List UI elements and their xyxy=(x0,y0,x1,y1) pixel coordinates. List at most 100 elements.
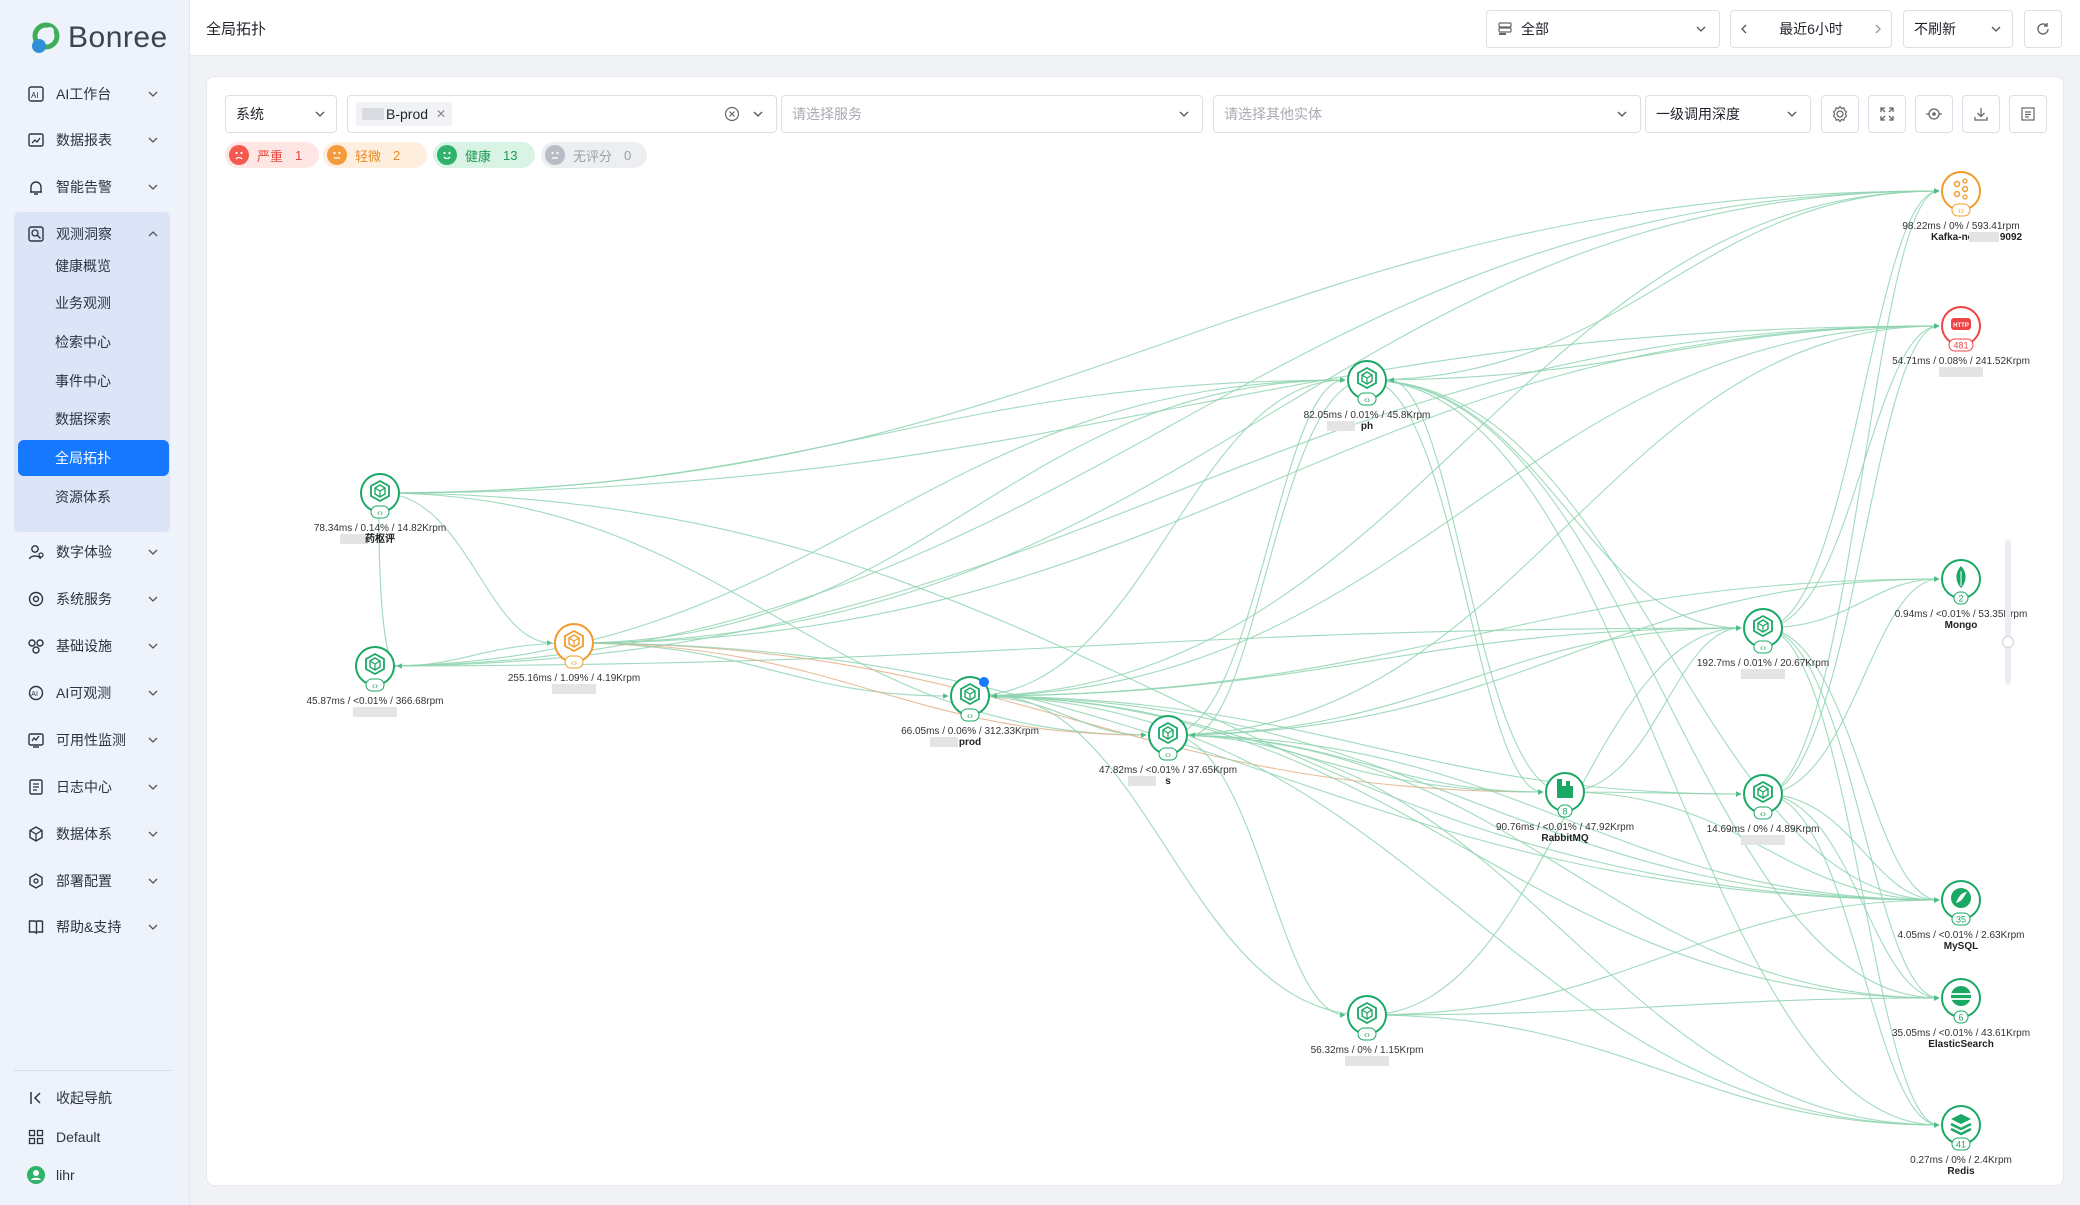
topology-edge[interactable] xyxy=(1167,734,1940,1001)
topology-edge[interactable] xyxy=(379,492,1940,903)
workspace-selector[interactable]: Default xyxy=(14,1118,170,1156)
topology-edge[interactable] xyxy=(374,377,1346,667)
availability-icon xyxy=(26,730,46,750)
sidebar-item-8[interactable]: 可用性监测 xyxy=(14,721,170,759)
topology-edge[interactable] xyxy=(1366,379,1940,1128)
topology-edge[interactable] xyxy=(1167,377,1346,736)
sidebar: Bonree AI AI工作台 数据报表 智能告警 观测洞察 数字体验 系统服务 基础设施 AI… xyxy=(0,0,190,1205)
node-metrics: 98.22ms / 0% / 593.41rpm xyxy=(1902,221,2019,232)
sidebar-item-2[interactable]: 智能告警 xyxy=(14,168,170,206)
topology-panel: 系统 B-prod ✕ 请选择服务 请选择其他实体 一级调用深度 严重 1 轻微… xyxy=(206,76,2064,1186)
topology-edge[interactable] xyxy=(1167,625,1742,736)
topology-edge[interactable] xyxy=(378,492,398,669)
sidebar-item-9[interactable]: 日志中心 xyxy=(14,768,170,806)
sidebar-item-7[interactable]: AI AI可观测 xyxy=(14,674,170,712)
topology-edge[interactable] xyxy=(573,642,949,699)
topology-edge[interactable] xyxy=(1762,627,1940,1128)
sidebar-item-label: 可用性监测 xyxy=(56,732,126,748)
sidebar-subitem-0[interactable]: 健康概览 xyxy=(18,248,169,284)
system-service-icon xyxy=(26,589,46,609)
sidebar-item-11[interactable]: 部署配置 xyxy=(14,862,170,900)
collapse-nav-button[interactable]: 收起导航 xyxy=(14,1079,170,1117)
topology-edge[interactable] xyxy=(573,323,1940,644)
topology-node-mysql[interactable]: 35 4.05ms / <0.01% / 2.63KrpmMySQL xyxy=(1897,880,2025,952)
topology-node-n-low[interactable]: ‹› 56.32ms / 0% / 1.15Krpm xyxy=(1311,995,1424,1066)
sidebar-item-1[interactable]: 数据报表 xyxy=(14,121,170,159)
bonree-logo-icon xyxy=(32,22,60,53)
sidebar-item-6[interactable]: 基础设施 xyxy=(14,627,170,665)
brand-logo[interactable]: Bonree xyxy=(28,18,168,58)
topology-edge[interactable] xyxy=(1167,734,1940,903)
topology-edge[interactable] xyxy=(1366,1014,1940,1128)
sidebar-item-4[interactable]: 数字体验 xyxy=(14,533,170,571)
sidebar-subitem-2[interactable]: 检索中心 xyxy=(18,324,169,360)
refresh-select[interactable]: 不刷新 xyxy=(1903,10,2013,48)
topology-edge[interactable] xyxy=(969,625,1742,697)
topology-edge[interactable] xyxy=(1366,188,1940,381)
sidebar-subitem-6[interactable]: 资源体系 xyxy=(18,479,169,515)
topology-edge[interactable] xyxy=(969,695,1940,1001)
alarm-icon xyxy=(26,177,46,197)
time-range-value: 最近6小时 xyxy=(1779,21,1843,37)
topology-edge[interactable] xyxy=(379,377,1346,494)
sidebar-item-5[interactable]: 系统服务 xyxy=(14,580,170,618)
next-time-icon[interactable] xyxy=(1865,23,1891,35)
topology-edge[interactable] xyxy=(969,695,1940,903)
topology-edge[interactable] xyxy=(1762,576,1940,629)
topology-edge[interactable] xyxy=(1366,995,1940,1016)
topology-edge[interactable] xyxy=(379,323,1940,494)
sidebar-item-0[interactable]: AI AI工作台 xyxy=(14,75,170,113)
redacted-block xyxy=(353,707,397,717)
topology-edge[interactable] xyxy=(1762,627,1940,1001)
node-badge: 2 xyxy=(1953,591,1969,605)
time-range-picker[interactable]: 最近6小时 xyxy=(1730,10,1892,48)
zoom-slider-handle[interactable] xyxy=(2002,636,2014,648)
node-metrics: 78.34ms / 0.14% / 14.82Krpm xyxy=(314,523,446,534)
sidebar-subitem-5[interactable]: 全局拓扑 xyxy=(18,440,169,476)
topology-edge[interactable] xyxy=(1388,377,1566,793)
chevron-down-icon xyxy=(146,733,160,747)
topology-node-n-r1[interactable]: ‹› 192.7ms / 0.01% / 20.67Krpm xyxy=(1697,608,1829,679)
topology-node-n-mid[interactable]: ‹› 47.82ms / <0.01% / 37.65Krpms xyxy=(1099,715,1237,787)
node-name: Mongo xyxy=(1945,620,1978,631)
topology-edge[interactable] xyxy=(969,695,1940,1128)
topology-edge[interactable] xyxy=(573,188,1940,644)
topology-node-http[interactable]: HTTP 481 54.71ms / 0.08% / 241.52Krpm xyxy=(1892,306,2030,377)
svg-text:AI: AI xyxy=(31,691,38,698)
topology-edge[interactable] xyxy=(969,188,1940,697)
node-name: s xyxy=(1165,776,1171,787)
refresh-button[interactable] xyxy=(2024,10,2062,48)
redacted-block xyxy=(1128,776,1156,786)
topology-edge[interactable] xyxy=(1167,734,1346,1018)
sidebar-subitem-4[interactable]: 数据探索 xyxy=(18,401,169,437)
topology-node-rabbitmq[interactable]: 8 90.76ms / <0.01% / 47.92KrpmRabbitMQ xyxy=(1496,772,1634,844)
topology-edge[interactable] xyxy=(1762,188,1940,629)
topology-edge[interactable] xyxy=(379,492,553,646)
sidebar-item-label: 基础设施 xyxy=(56,638,112,654)
sidebar-item-12[interactable]: 帮助&支持 xyxy=(14,908,170,946)
topology-edge[interactable] xyxy=(1762,323,1940,795)
topology-edge[interactable] xyxy=(573,642,1940,903)
sidebar-subitem-3[interactable]: 事件中心 xyxy=(18,363,169,399)
topology-node-n-left[interactable]: ‹› 45.87ms / <0.01% / 366.68rpm xyxy=(306,646,444,717)
zoom-slider-track[interactable] xyxy=(2005,540,2011,684)
topology-graph[interactable]: ‹› 78.34ms / 0.14% / 14.82Krpm药枢评 ‹› 45.87m… xyxy=(207,77,2065,1187)
topology-edge[interactable] xyxy=(1366,379,1544,795)
user-menu[interactable]: lihr xyxy=(14,1156,170,1194)
prev-time-icon[interactable] xyxy=(1731,23,1757,35)
scope-select[interactable]: 全部 xyxy=(1486,10,1720,48)
topology-node-redis[interactable]: 41 0.27ms / 0% / 2.4KrpmRedis xyxy=(1910,1105,2012,1177)
topology-edge[interactable] xyxy=(969,576,1940,697)
sidebar-subitem-1[interactable]: 业务观测 xyxy=(18,285,169,321)
topology-edge[interactable] xyxy=(379,188,1940,494)
topology-edge[interactable] xyxy=(1762,793,1940,1128)
topology-edge[interactable] xyxy=(374,188,1940,667)
sidebar-item-10[interactable]: 数据体系 xyxy=(14,815,170,853)
topology-node-es[interactable]: 6 35.05ms / <0.01% / 43.61KrpmElasticSear… xyxy=(1892,978,2030,1050)
topology-edge[interactable] xyxy=(374,323,1940,667)
topology-node-n-warn[interactable]: ‹› 255.16ms / 1.09% / 4.19Krpm xyxy=(508,623,640,694)
mysql-icon xyxy=(1951,888,1971,908)
topology-edge[interactable] xyxy=(1366,897,1940,1016)
svg-text:‹›: ‹› xyxy=(967,711,973,721)
topology-edge[interactable] xyxy=(1167,576,1940,736)
